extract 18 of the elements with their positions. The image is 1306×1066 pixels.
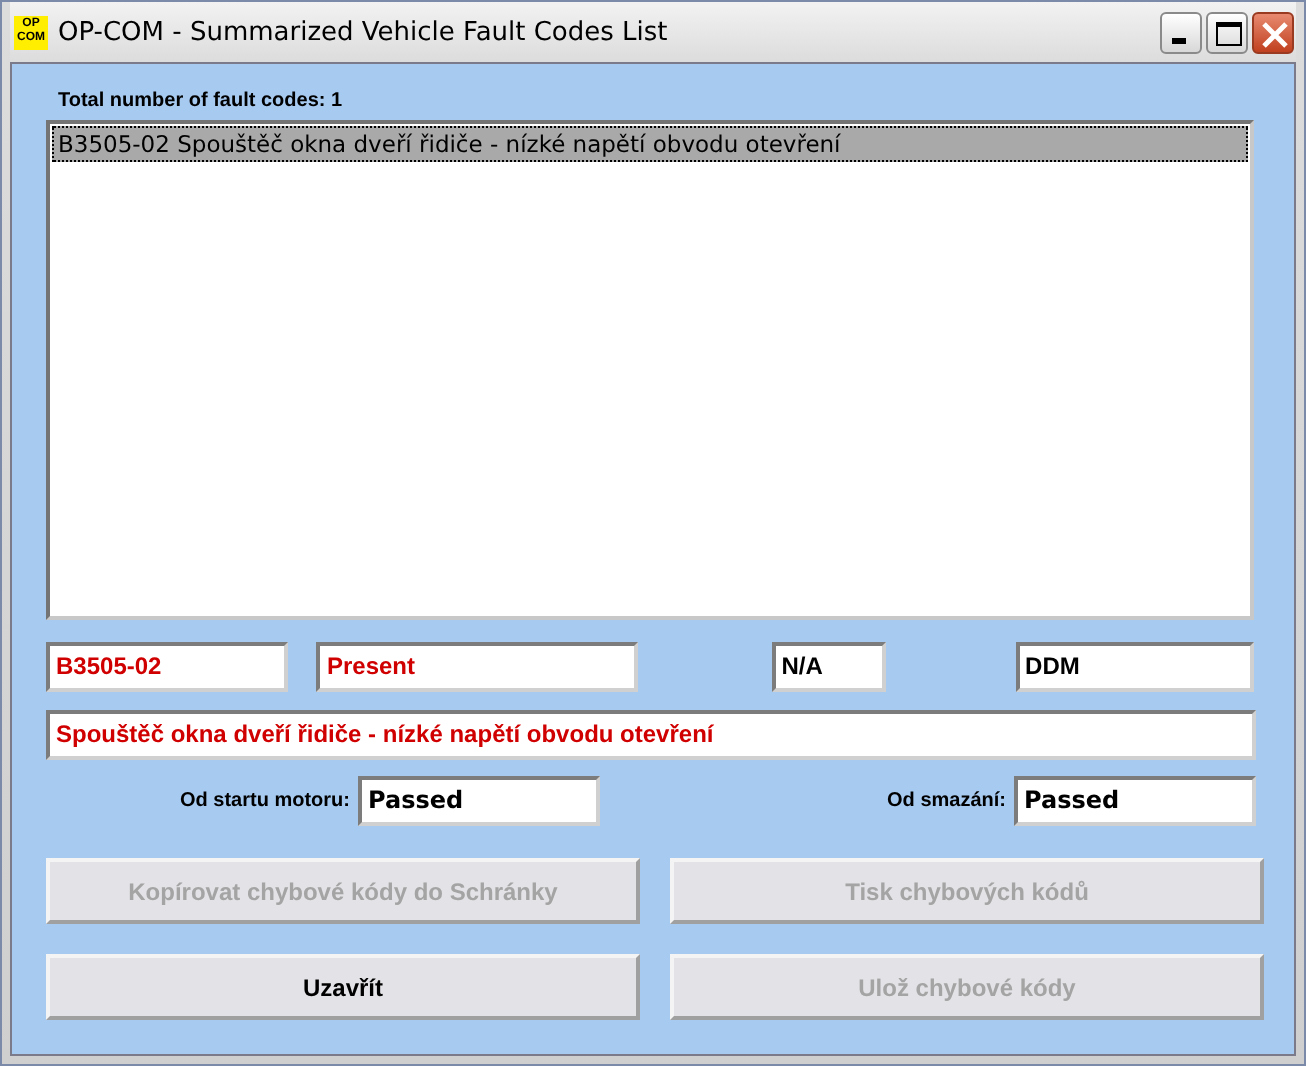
text-field[interactable]: B3505-02 (46, 642, 289, 692)
field-label: Od smazání: (887, 790, 1006, 812)
fault-code-list[interactable]: B3505-02 Spouštěč okna dveří řidiče - nízké napětí obvodu otevření (46, 120, 1254, 620)
close-button[interactable] (1252, 11, 1294, 53)
window-title: OP-COM - Summarized Vehicle Fault Codes List (58, 17, 670, 47)
status-field[interactable]: Passed (358, 776, 600, 826)
fault-count-label: Total number of fault codes: 1 (56, 88, 345, 116)
status-field[interactable]: Passed (1014, 776, 1256, 826)
description-field[interactable]: Spouštěč okna dveří řidiče - nízké napětí obvodu otevření (46, 710, 1256, 760)
text-field[interactable]: N/A (771, 642, 886, 692)
minimize-icon (1172, 37, 1186, 43)
fault-code-item[interactable]: B3505-02 Spouštěč okna dveří řidiče - nízké napětí obvodu otevření (52, 126, 1248, 162)
text-field[interactable]: Present (316, 642, 638, 692)
minimize-button[interactable] (1160, 11, 1202, 53)
maximize-button[interactable] (1206, 11, 1248, 53)
field-label: Od startu motoru: (180, 790, 350, 812)
text-field[interactable]: DDM (1015, 642, 1254, 692)
action-button[interactable]: Uzavřít (46, 954, 640, 1020)
